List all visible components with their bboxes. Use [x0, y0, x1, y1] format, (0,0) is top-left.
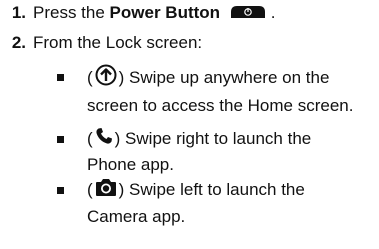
step-number: 1.	[11, 3, 26, 22]
substep-line2: Phone app.	[87, 155, 174, 175]
substep-phone: ( ) Swipe right to launch the Phone app.	[87, 126, 311, 177]
step-text-suffix: .	[270, 3, 276, 22]
open-paren: (	[87, 129, 93, 148]
step-text: From the Lock screen:	[33, 33, 203, 52]
step-2: 2. From the Lock screen:	[0, 33, 202, 53]
step-number: 2.	[11, 33, 26, 52]
step-1: 1. Press the Power Button .	[0, 3, 276, 24]
substep-line2: screen to access the Home screen.	[87, 96, 354, 115]
substep-swipe-up: ( ) Swipe up anywhere on the screen to a…	[87, 64, 353, 118]
power-button-icon	[227, 4, 269, 24]
bullet-marker	[57, 136, 64, 143]
bullet-marker	[57, 74, 64, 81]
phone-icon	[95, 127, 113, 152]
substep-line1: ) Swipe left to launch the	[118, 180, 305, 199]
substep-line1: ) Swipe right to launch the	[114, 129, 312, 148]
substep-line2: Camera app.	[87, 207, 186, 227]
power-button-label: Power Button	[109, 3, 221, 22]
bullet-marker	[57, 187, 64, 194]
step-text-prefix: Press the	[33, 3, 110, 22]
substep-line1: ) Swipe up anywhere on the	[118, 67, 330, 87]
swipe-up-arrow-icon	[95, 64, 117, 93]
open-paren: (	[87, 180, 93, 199]
substep-camera: ( ) Swipe left to launch the Camera app.	[87, 177, 305, 229]
camera-icon	[95, 177, 117, 204]
open-paren: (	[87, 67, 93, 87]
